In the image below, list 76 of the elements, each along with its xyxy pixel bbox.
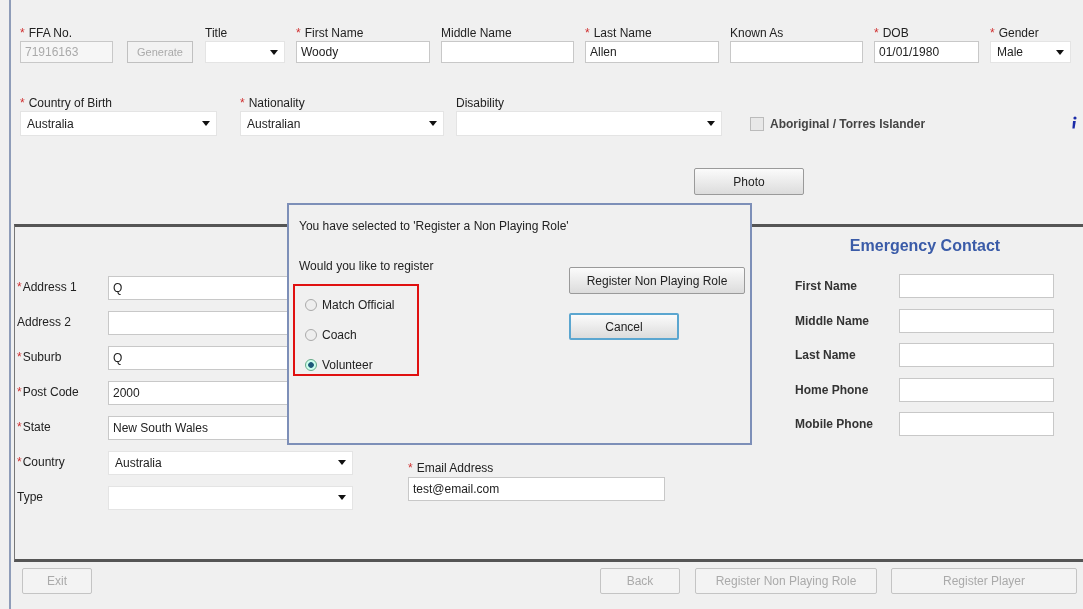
section-title: Emergency Contact xyxy=(848,237,1002,256)
field-label: Email Address xyxy=(416,461,494,475)
caret-icon xyxy=(707,121,715,126)
dropdown-field[interactable] xyxy=(205,41,285,63)
field-label: State xyxy=(22,420,51,434)
field-label: Address 2 xyxy=(17,315,72,329)
required-mark: * xyxy=(990,26,995,40)
dropdown-field[interactable] xyxy=(108,485,353,510)
field-label: Middle Name xyxy=(441,26,512,40)
email-field[interactable]: test@email.com xyxy=(408,477,665,501)
text-field[interactable] xyxy=(899,377,1054,402)
text-field[interactable] xyxy=(730,41,863,63)
dropdown-field[interactable]: Australian xyxy=(240,111,444,136)
field-label: Home Phone xyxy=(795,382,870,397)
field-label: Mobile Phone xyxy=(795,417,874,432)
field-label: Type xyxy=(17,490,43,504)
caret-icon xyxy=(338,460,346,465)
caret-icon xyxy=(202,121,210,126)
field-label: Country xyxy=(22,455,65,469)
dialog-question: Would you like to register xyxy=(299,259,435,275)
dropdown-field[interactable] xyxy=(456,111,722,136)
required-mark: * xyxy=(17,420,22,434)
field-label: First Name xyxy=(304,26,364,40)
text-field[interactable] xyxy=(899,308,1054,333)
dropdown-field[interactable]: Australia xyxy=(108,450,353,475)
field-label: FFA No. xyxy=(28,26,73,40)
field-label: Post Code xyxy=(22,385,79,399)
field-label: Last Name xyxy=(593,26,652,40)
info-icon[interactable] xyxy=(1071,116,1077,130)
radio-button[interactable] xyxy=(305,359,317,371)
field-label: First Name xyxy=(795,279,859,294)
field-label: Country of Birth xyxy=(28,96,113,110)
caret-icon xyxy=(429,121,437,126)
text-field[interactable] xyxy=(899,274,1054,299)
required-mark: * xyxy=(20,96,25,110)
required-mark: * xyxy=(20,26,25,40)
dialog-button[interactable]: Cancel xyxy=(569,313,679,340)
caret-icon xyxy=(1056,49,1064,55)
field-label: Known As xyxy=(730,26,784,40)
text-field[interactable]: 01/01/1980 xyxy=(874,41,979,63)
checkbox-label: Aboriginal / Torres Islander xyxy=(770,116,926,131)
field-label: Gender xyxy=(998,26,1039,40)
field-label: Last Name xyxy=(795,348,857,363)
field-label: Middle Name xyxy=(795,313,870,328)
required-mark: * xyxy=(585,26,590,40)
field-label: DOB xyxy=(882,26,909,40)
radio-label: Coach xyxy=(322,328,357,342)
text-field[interactable] xyxy=(899,412,1054,437)
radio-label: Match Official xyxy=(322,298,395,312)
dialog-message: You have selected to 'Register a Non Playing Role' xyxy=(299,219,570,235)
field-label: Address 1 xyxy=(22,280,77,294)
text-field[interactable] xyxy=(441,41,574,63)
required-mark: * xyxy=(874,26,879,40)
field-label: Suburb xyxy=(22,350,62,364)
required-mark: * xyxy=(408,461,413,475)
required-mark: * xyxy=(17,455,22,469)
required-mark: * xyxy=(17,385,22,399)
caret-icon xyxy=(270,49,278,55)
text-field[interactable] xyxy=(899,343,1054,368)
photo-button[interactable]: Photo xyxy=(694,168,804,195)
checkbox[interactable] xyxy=(750,116,764,131)
field-label: Title xyxy=(205,26,228,40)
caret-icon xyxy=(338,495,346,500)
text-field[interactable]: Woody xyxy=(296,41,430,63)
dialog-button[interactable]: Register Non Playing Role xyxy=(569,267,745,294)
required-mark: * xyxy=(240,96,245,110)
field-label: Nationality xyxy=(248,96,305,110)
text-field[interactable]: Allen xyxy=(585,41,719,63)
field-label: Disability xyxy=(456,96,504,110)
required-mark: * xyxy=(17,280,22,294)
required-mark: * xyxy=(296,26,301,40)
radio-button[interactable] xyxy=(305,299,317,311)
radio-button[interactable] xyxy=(305,329,317,341)
dropdown-field[interactable]: Australia xyxy=(20,111,217,136)
dropdown-field[interactable]: Male xyxy=(990,41,1071,63)
required-mark: * xyxy=(17,350,22,364)
